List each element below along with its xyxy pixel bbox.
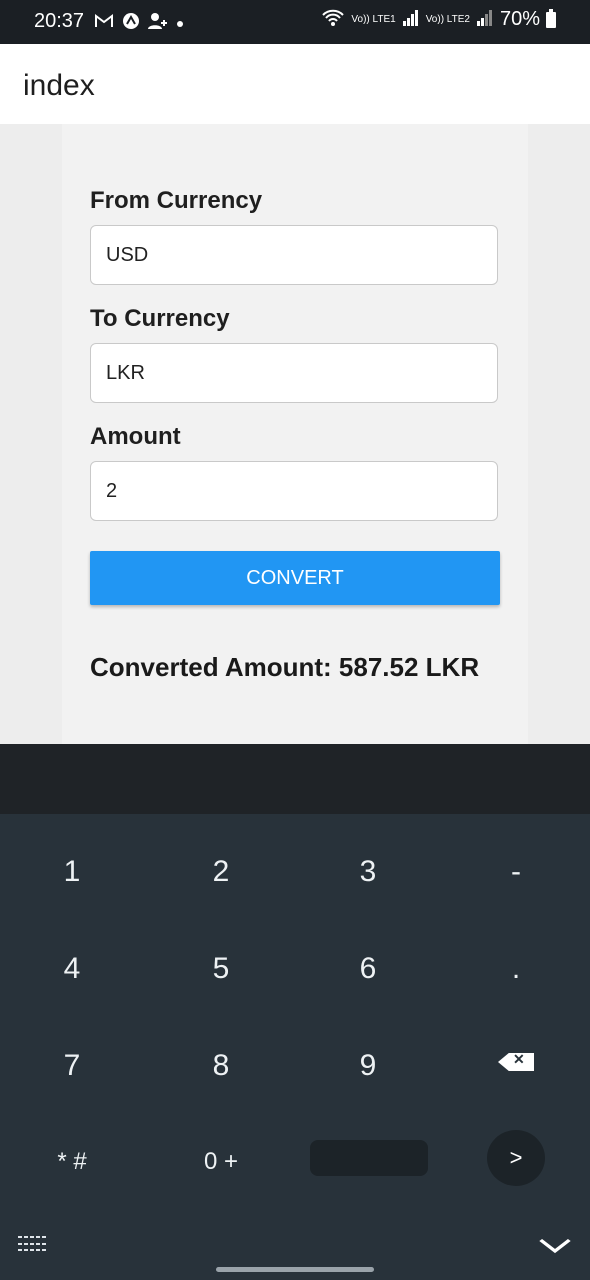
- key-5[interactable]: 5: [181, 952, 261, 986]
- backspace-icon: ✕: [513, 1051, 525, 1067]
- key-4[interactable]: 4: [32, 952, 112, 986]
- key-8[interactable]: 8: [181, 1049, 261, 1083]
- amount-label: Amount: [90, 423, 181, 450]
- app-bar: index: [0, 44, 590, 124]
- battery-percentage: 70%: [499, 8, 540, 30]
- hide-keyboard-icon[interactable]: [538, 1230, 572, 1261]
- navigation-handle[interactable]: [216, 1267, 374, 1272]
- convert-button[interactable]: CONVERT: [90, 551, 500, 605]
- amount-input[interactable]: 2: [90, 461, 498, 521]
- key-minus[interactable]: -: [476, 855, 556, 889]
- key-2[interactable]: 2: [181, 855, 261, 889]
- signal-label-lte2: Vo)) LTE2: [425, 14, 470, 25]
- wifi-icon: [321, 9, 345, 30]
- key-star-hash[interactable]: * #: [32, 1148, 112, 1176]
- status-bar: 20:37 Vo)) LTE1 Vo)) LTE2 70%: [0, 0, 590, 44]
- status-time: 20:37: [34, 10, 85, 32]
- gmail-icon: [94, 13, 114, 34]
- notification-icons: [94, 12, 184, 35]
- key-1[interactable]: 1: [32, 855, 112, 889]
- key-0-plus[interactable]: 0 +: [181, 1148, 261, 1176]
- from-currency-input[interactable]: USD: [90, 225, 498, 285]
- signal-icon: [402, 10, 420, 29]
- to-currency-label: To Currency: [90, 305, 230, 332]
- to-currency-input[interactable]: LKR: [90, 343, 498, 403]
- system-icons: Vo)) LTE1 Vo)) LTE2 70%: [321, 8, 556, 31]
- key-3[interactable]: 3: [328, 855, 408, 889]
- person-add-icon: [148, 12, 168, 35]
- page-title: index: [23, 69, 95, 102]
- chevron-right-icon: >: [509, 1145, 523, 1170]
- battery-icon: [546, 8, 556, 28]
- dot-icon: [176, 15, 184, 33]
- keyboard-switch-icon[interactable]: [18, 1236, 46, 1254]
- key-7[interactable]: 7: [32, 1049, 112, 1083]
- key-dot[interactable]: .: [476, 952, 556, 986]
- signal-label-lte1: Vo)) LTE1: [351, 14, 396, 25]
- converted-amount-text: Converted Amount: 587.52 LKR: [90, 652, 480, 682]
- key-6[interactable]: 6: [328, 952, 408, 986]
- next-key[interactable]: >: [487, 1130, 545, 1186]
- from-currency-label: From Currency: [90, 187, 263, 214]
- signal-icon: [476, 10, 494, 29]
- key-9[interactable]: 9: [328, 1049, 408, 1083]
- space-key[interactable]: [310, 1140, 428, 1176]
- app-notification-icon: [122, 12, 140, 35]
- keyboard-toolbar: [0, 744, 590, 814]
